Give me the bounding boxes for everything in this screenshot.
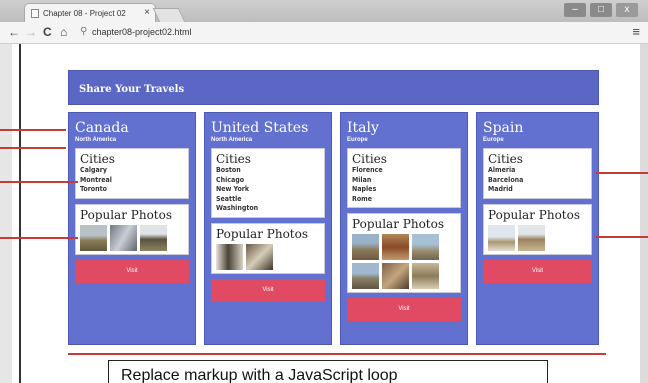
cities-box: Cities Boston Chicago New York Seattle W… (211, 148, 325, 218)
visit-button[interactable]: Visit (347, 298, 461, 321)
address-bar[interactable]: chapter08-project02.html (92, 27, 192, 37)
city-item: Florence (352, 166, 383, 174)
city-item: Calgary (80, 166, 107, 174)
photos-box: Popular Photos (211, 222, 325, 274)
travel-photo[interactable] (140, 224, 167, 251)
continent-name: North America (75, 137, 117, 143)
photos-heading: Popular Photos (352, 217, 444, 231)
travel-photo[interactable] (246, 243, 273, 270)
annotation-line (0, 237, 78, 239)
photos-box: Popular Photos (347, 213, 461, 293)
tab-title: Chapter 08 - Project 02 (43, 9, 126, 18)
country-card: Spain Europe Cities Almeria Barcelona Ma… (476, 112, 599, 345)
search-icon: ⚲ (80, 26, 88, 37)
back-icon[interactable]: ← (8, 25, 20, 39)
travel-photo[interactable] (80, 224, 107, 251)
annotation-line (0, 129, 66, 131)
cities-box: Cities Calgary Montreal Toronto (75, 148, 189, 199)
browser-tab[interactable]: Chapter 08 - Project 02 × (24, 3, 156, 22)
travel-photo[interactable] (382, 263, 409, 289)
city-item: Montreal (80, 175, 112, 184)
city-item: Milan (352, 175, 372, 184)
city-item: New York (216, 185, 250, 193)
city-item: Naples (352, 185, 377, 193)
country-name: Italy (347, 120, 379, 136)
photos-box: Popular Photos (483, 203, 592, 255)
menu-icon[interactable]: ≡ (632, 24, 640, 39)
city-item: Chicago (216, 175, 245, 184)
travel-photo[interactable] (488, 224, 515, 251)
city-item: Barcelona (488, 175, 524, 184)
continent-name: North America (211, 137, 253, 143)
country-card: Italy Europe Cities Florence Milan Naple… (340, 112, 468, 345)
cities-heading: Cities (352, 152, 387, 166)
photos-heading: Popular Photos (216, 226, 308, 241)
cities-heading: Cities (488, 152, 523, 166)
browser-titlebar: Chapter 08 - Project 02 × ‒ □ x (0, 0, 648, 22)
visit-button[interactable]: Visit (75, 259, 189, 283)
close-window-icon[interactable]: x (616, 3, 638, 17)
city-item: Washington (216, 204, 259, 212)
browser-toolbar: ← → C ⌂ ⚲ chapter08-project02.html ≡ (0, 22, 648, 44)
maximize-icon[interactable]: □ (590, 3, 612, 17)
travel-photo[interactable] (518, 224, 545, 251)
travel-photo[interactable] (412, 234, 439, 260)
annotation-line (0, 181, 78, 183)
annotation-line (596, 172, 648, 174)
travel-photo[interactable] (382, 234, 409, 260)
page-icon (31, 9, 39, 18)
margin-line (19, 44, 21, 383)
reload-icon[interactable]: C (43, 25, 52, 39)
page-margin (0, 44, 12, 383)
travel-photo[interactable] (352, 234, 379, 260)
photos-heading: Popular Photos (488, 207, 580, 222)
photos-heading: Popular Photos (80, 207, 172, 222)
city-item: Almeria (488, 166, 516, 174)
cities-box: Cities Almeria Barcelona Madrid (483, 148, 592, 199)
country-name: Canada (75, 120, 129, 136)
tab-close-icon[interactable]: × (144, 7, 150, 18)
new-tab-button[interactable] (152, 8, 186, 22)
travel-photo[interactable] (352, 263, 379, 289)
cities-box: Cities Florence Milan Naples Rome (347, 148, 461, 208)
travel-photo[interactable] (412, 263, 439, 289)
window-controls: ‒ □ x (564, 3, 638, 17)
annotation-line (596, 236, 648, 238)
annotation-line (0, 147, 66, 149)
visit-button[interactable]: Visit (211, 278, 325, 302)
city-item: Rome (352, 194, 373, 203)
callout-box: Replace markup with a JavaScript loop (108, 360, 548, 383)
cities-heading: Cities (80, 152, 115, 166)
travel-photo[interactable] (216, 243, 243, 270)
continent-name: Europe (483, 137, 504, 143)
country-card: Canada North America Cities Calgary Mont… (68, 112, 196, 345)
forward-icon[interactable]: → (25, 25, 37, 39)
minimize-icon[interactable]: ‒ (564, 3, 586, 17)
travel-photo[interactable] (110, 224, 137, 251)
annotation-line (68, 353, 606, 355)
cities-heading: Cities (216, 152, 251, 166)
city-item: Seattle (216, 194, 242, 203)
country-name: Spain (483, 120, 524, 136)
city-item: Madrid (488, 185, 513, 193)
continent-name: Europe (347, 137, 368, 143)
city-item: Boston (216, 166, 241, 174)
country-name: United States (211, 120, 309, 136)
country-card: United States North America Cities Bosto… (204, 112, 332, 345)
city-item: Toronto (80, 185, 107, 193)
page-header: Share Your Travels (68, 70, 599, 105)
photos-box: Popular Photos (75, 203, 189, 255)
home-icon[interactable]: ⌂ (60, 25, 67, 39)
visit-button[interactable]: Visit (483, 259, 592, 283)
